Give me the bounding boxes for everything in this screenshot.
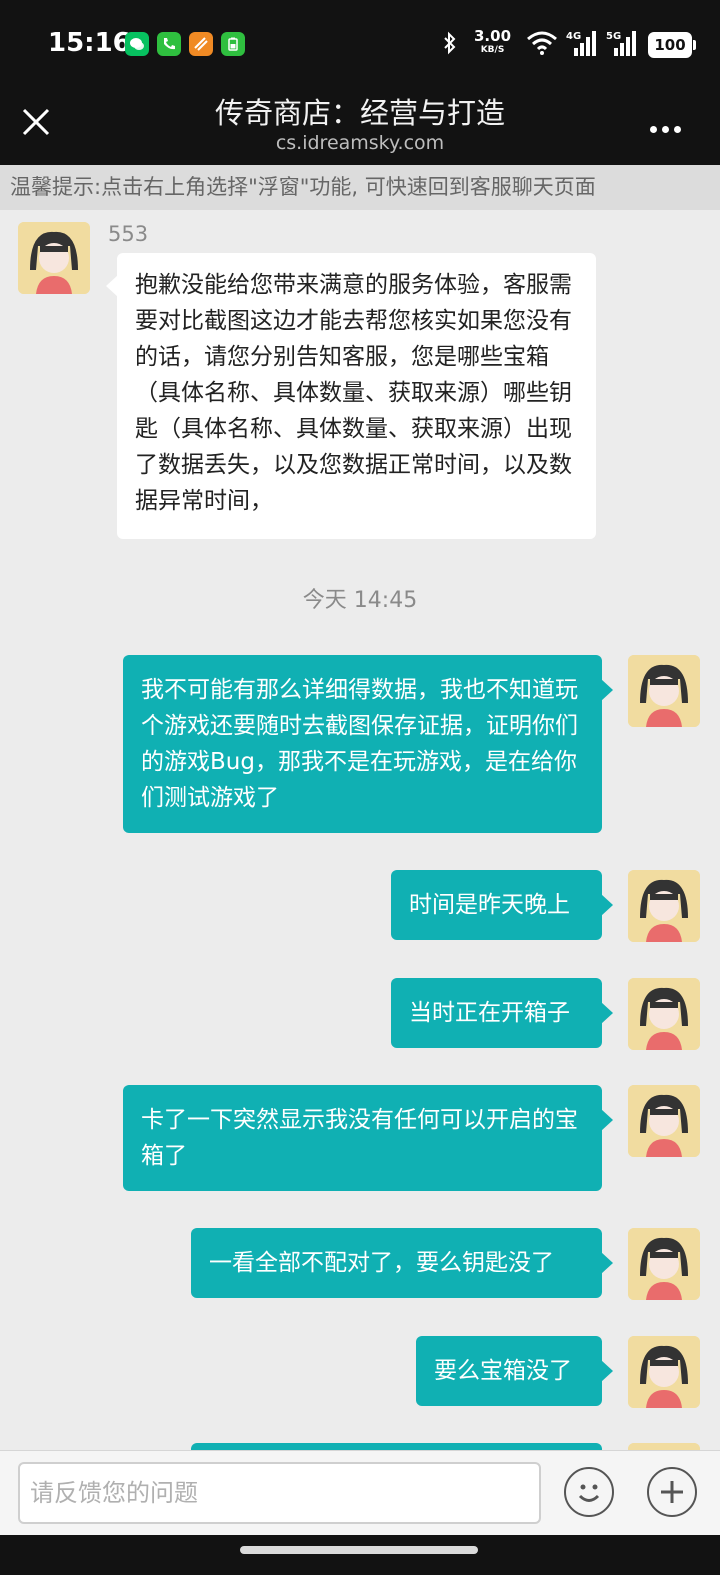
- user-avatar[interactable]: [628, 978, 700, 1050]
- plus-icon[interactable]: [647, 1467, 697, 1517]
- app-icon: [189, 32, 213, 56]
- user-avatar[interactable]: [628, 1443, 700, 1450]
- page-url: cs.idreamsky.com: [275, 132, 445, 154]
- svg-text:4G: 4G: [566, 31, 581, 42]
- battery-indicator: 100: [648, 32, 696, 58]
- bluetooth-icon: [444, 31, 456, 55]
- user-avatar[interactable]: [628, 655, 700, 727]
- user-message-partial[interactable]: [191, 1443, 602, 1450]
- user-avatar[interactable]: [628, 870, 700, 942]
- wifi-icon: [527, 31, 557, 55]
- user-message[interactable]: 当时正在开箱子: [391, 978, 613, 1048]
- page-title: 传奇商店：经营与打造: [214, 96, 505, 130]
- user-message[interactable]: 卡了一下突然显示我没有任何可以开启的宝箱了: [123, 1085, 613, 1191]
- user-avatar[interactable]: [628, 1228, 700, 1300]
- signal-4g-icon: 4G: [566, 31, 596, 56]
- user-message[interactable]: 一看全部不配对了，要么钥匙没了: [191, 1228, 613, 1298]
- phone-icon: [157, 32, 181, 56]
- battery-app-icon: [221, 32, 245, 56]
- user-message[interactable]: 时间是昨天晚上: [391, 870, 613, 940]
- agent-avatar[interactable]: [18, 222, 90, 294]
- wechat-icon: [125, 32, 149, 56]
- time-separator: 今天 14:45: [302, 588, 418, 613]
- home-indicator[interactable]: [240, 1546, 478, 1554]
- user-avatar[interactable]: [628, 1336, 700, 1408]
- user-avatar[interactable]: [628, 1085, 700, 1157]
- nav-bar: 传奇商店：经营与打造 cs.idreamsky.com: [0, 88, 720, 165]
- tip-bar: 温馨提示:点击右上角选择"浮窗"功能, 可快速回到客服聊天页面: [0, 165, 720, 210]
- agent-name: 553: [108, 222, 149, 246]
- chat-area[interactable]: 553 抱歉没能给您带来满意的服务体验，客服需要对比截图这边才能去帮您核实如果您…: [0, 210, 720, 1450]
- network-speed-unit: KB/S: [480, 45, 505, 55]
- input-bar: 请反馈您的问题: [0, 1450, 720, 1536]
- message-input[interactable]: 请反馈您的问题: [18, 1462, 541, 1524]
- user-message[interactable]: 要么宝箱没了: [416, 1336, 613, 1406]
- signal-5g-icon: 5G: [606, 31, 636, 56]
- status-time: 15:16: [48, 28, 131, 58]
- svg-text:5G: 5G: [606, 31, 621, 42]
- more-options-icon[interactable]: [650, 118, 686, 133]
- status-bar: 15:16 3.00 KB/S 4G 5G 100: [0, 0, 720, 88]
- emoji-icon[interactable]: [564, 1467, 614, 1517]
- network-speed: 3.00 KB/S: [474, 29, 511, 57]
- home-bar: [0, 1535, 720, 1575]
- agent-message[interactable]: 抱歉没能给您带来满意的服务体验，客服需要对比截图这边才能去帮您核实如果您没有的话…: [106, 253, 596, 539]
- user-message[interactable]: 我不可能有那么详细得数据，我也不知道玩个游戏还要随时去截图保存证据，证明你们的游…: [123, 655, 613, 833]
